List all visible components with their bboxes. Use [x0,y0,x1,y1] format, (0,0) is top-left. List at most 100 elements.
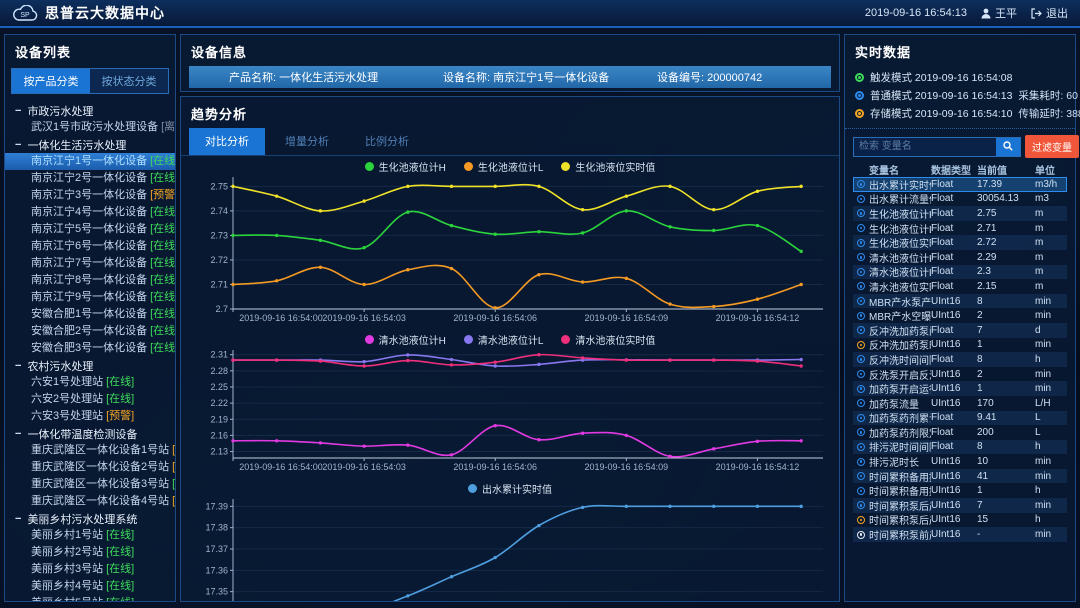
device-item[interactable]: 重庆武隆区一体化设备4号站[预警] [5,493,175,510]
search-icon [1003,139,1013,154]
tree-group-4[interactable]: −美丽乡村污水处理系统 [5,510,175,527]
device-item[interactable]: 南京江宁3号一体化设备[预警] [5,187,175,204]
device-item[interactable]: 美丽乡村5号站[在线] [5,595,175,601]
col-data-type: 数据类型 [931,162,977,177]
variable-dot [860,329,863,332]
variable-row[interactable]: 时间累积备用提升泵时UInt161h [853,483,1067,498]
device-item[interactable]: 美丽乡村3号站[在线] [5,561,175,578]
variable-row[interactable]: 生化池液位实时值Float2.72m [853,235,1067,250]
variable-row[interactable]: 生化池液位计LFloat2.71m [853,221,1067,236]
variable-row[interactable]: 加药泵药剂累计流量Float9.41L [853,411,1067,426]
svg-text:2019-09-16 16:54:03: 2019-09-16 16:54:03 [322,462,406,472]
variable-ring [857,312,865,320]
sidebar-tab-1[interactable]: 按状态分类 [90,69,168,93]
variable-row[interactable]: 出水累计流量值Float30054.13m3 [853,192,1067,207]
trend-tab-2[interactable]: 比例分析 [349,128,425,155]
variable-row[interactable]: 反冲洗加药泵间隔时间Float7d [853,323,1067,338]
device-status-badge: [在线] [150,223,175,235]
mode-status-icon [855,91,864,100]
variable-search-input[interactable] [854,138,996,156]
device-status-badge: [预警] [172,495,175,507]
legend-item[interactable]: 出水累计实时值 [468,481,552,496]
variable-row[interactable]: 清水池液位计LFloat2.3m [853,265,1067,280]
variable-name: 时间累积备用提升泵时 [869,483,931,498]
device-item[interactable]: 南京江宁4号一体化设备[在线] [5,204,175,221]
variable-unit: min [1035,369,1067,380]
variable-row[interactable]: 出水累计实时值Float17.39m3/h [853,177,1067,192]
variable-unit: L [1035,412,1067,423]
device-item[interactable]: 美丽乡村4号站[在线] [5,578,175,595]
search-button[interactable] [996,138,1020,156]
device-item[interactable]: 重庆武隆区一体化设备3号站[在线] [5,476,175,493]
legend-item[interactable]: 清水池液位计H [365,332,446,347]
variable-row[interactable]: 时间累积泵后产水电动阀分UInt167min [853,498,1067,513]
trend-tab-1[interactable]: 增量分析 [269,128,345,155]
variable-row[interactable]: MBR产水泵产水时间分UInt168min [853,294,1067,309]
variable-row[interactable]: 时间累积泵前产水电动阀分UInt16-min [853,527,1067,542]
variable-unit: min [1035,500,1067,511]
device-item[interactable]: 南京江宁8号一体化设备[在线] [5,272,175,289]
device-item[interactable]: 重庆武隆区一体化设备1号站[预警] [5,442,175,459]
legend-item[interactable]: 生化池液位计H [365,159,446,174]
header-user[interactable]: 王平 [981,5,1017,21]
variable-target-icon [853,458,869,466]
filter-variable-button[interactable]: 过滤变量 [1025,135,1079,158]
variable-row[interactable]: 清水池液位计HFloat2.29m [853,250,1067,265]
device-item[interactable]: 六安1号处理站[在线] [5,374,175,391]
device-item[interactable]: 安徽合肥1号一体化设备[在线] [5,306,175,323]
variable-row[interactable]: 加药泵开启运行时间UInt161min [853,381,1067,396]
variable-unit: min [1035,529,1067,540]
variable-row[interactable]: 时间累积泵后产水电动阀时UInt1615h [853,513,1067,528]
variable-target-icon [853,239,869,247]
variable-type: UInt16 [931,296,977,307]
variable-dot [860,475,863,478]
device-status-badge: [在线] [106,529,134,541]
device-status-badge: [在线] [150,325,175,337]
device-item[interactable]: 南京江宁9号一体化设备[在线] [5,289,175,306]
device-item[interactable]: 南京江宁1号一体化设备[在线] [5,153,175,170]
variable-unit: h [1035,485,1067,496]
variable-row[interactable]: 反冲洗时间间隔Float8h [853,352,1067,367]
device-item[interactable]: 六安3号处理站[预警] [5,408,175,425]
tree-group-0[interactable]: −市政污水处理 [5,102,175,119]
device-name: 美丽乡村5号站 [31,597,103,601]
variable-row[interactable]: 时间累积备用提升泵分UInt1641min [853,469,1067,484]
variable-row[interactable]: 排污泥时间间隔Float8h [853,440,1067,455]
variable-row[interactable]: 生化池液位计HFloat2.75m [853,206,1067,221]
variable-row[interactable]: MBR产水空曝时间分UInt162min [853,308,1067,323]
legend-item[interactable]: 生化池液位计L [464,159,544,174]
svg-text:2019-09-16 16:54:03: 2019-09-16 16:54:03 [322,313,406,323]
sidebar-tab-0[interactable]: 按产品分类 [12,69,90,93]
variable-row[interactable]: 清水池液位实时值Float2.15m [853,279,1067,294]
device-item[interactable]: 六安2号处理站[在线] [5,391,175,408]
device-item[interactable]: 美丽乡村2号站[在线] [5,544,175,561]
legend-item[interactable]: 生化池液位实时值 [561,159,655,174]
device-item[interactable]: 重庆武隆区一体化设备2号站[预警] [5,459,175,476]
legend-item[interactable]: 清水池液位计L [464,332,544,347]
device-item[interactable]: 南京江宁7号一体化设备[在线] [5,255,175,272]
variable-row[interactable]: 反冲洗加药泵时间UInt161min [853,338,1067,353]
variable-row[interactable]: 反洗泵开启反洗时长UInt162min [853,367,1067,382]
tree-group-1[interactable]: −一体化生活污水处理 [5,136,175,153]
device-item[interactable]: 安徽合肥2号一体化设备[在线] [5,323,175,340]
trend-tab-0[interactable]: 对比分析 [189,128,265,155]
device-item[interactable]: 南京江宁2号一体化设备[在线] [5,170,175,187]
variable-row[interactable]: 排污泥时长UInt1610min [853,454,1067,469]
device-status-badge: [在线] [106,597,134,601]
legend-item[interactable]: 清水池液位实时值 [561,332,655,347]
variable-name: 排污泥时长 [869,454,931,469]
logout-button[interactable]: 退出 [1031,5,1068,21]
device-item[interactable]: 美丽乡村1号站[在线] [5,527,175,544]
variable-row[interactable]: 加药泵流量UInt16170L/H [853,396,1067,411]
variable-row[interactable]: 加药泵药剂限定值Float200L [853,425,1067,440]
svg-text:2.73: 2.73 [210,230,228,240]
device-item[interactable]: 安徽合肥3号一体化设备[在线] [5,340,175,357]
tree-group-3[interactable]: −一体化带温度检测设备 [5,425,175,442]
tree-group-2[interactable]: −农村污水处理 [5,357,175,374]
device-item[interactable]: 武汉1号市政污水处理设备[离线] [5,119,175,136]
device-status-badge: [预警] [150,189,175,201]
device-item[interactable]: 南京江宁5号一体化设备[在线] [5,221,175,238]
device-status-badge: [预警] [172,461,175,473]
device-item[interactable]: 南京江宁6号一体化设备[在线] [5,238,175,255]
variable-ring [857,370,865,378]
